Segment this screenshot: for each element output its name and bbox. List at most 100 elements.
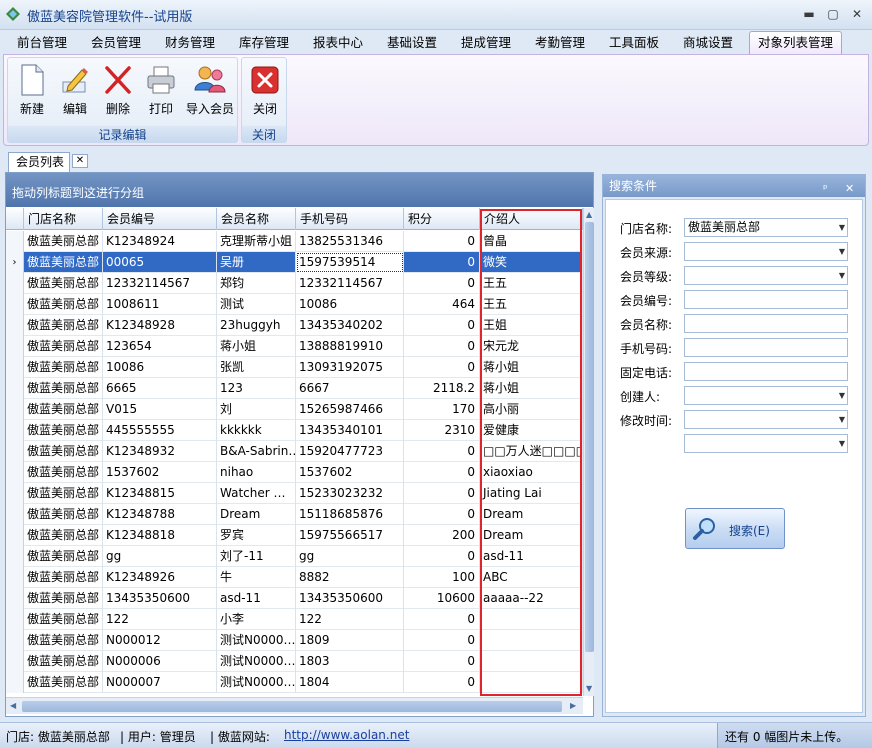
cell-member-code[interactable]: K12348788 <box>103 504 217 525</box>
vertical-scroll-thumb[interactable] <box>585 222 594 652</box>
table-row[interactable]: 傲蓝美丽总部 123654 蒋小姐 13888819910 0 宋元龙 <box>6 336 583 357</box>
cell-mobile[interactable]: gg <box>296 546 404 567</box>
cell-store[interactable]: 傲蓝美丽总部 <box>24 231 103 252</box>
level-select[interactable]: ▼ <box>684 266 848 285</box>
horizontal-scrollbar[interactable]: ◀ ▶ <box>6 697 583 714</box>
cell-store[interactable]: 傲蓝美丽总部 <box>24 609 103 630</box>
cell-referrer[interactable]: 王姐 <box>480 315 583 336</box>
cell-mobile[interactable]: 15920477723 <box>296 441 404 462</box>
cell-mobile[interactable]: 15233023232 <box>296 483 404 504</box>
cell-points[interactable]: 0 <box>404 651 480 672</box>
cell-member-code[interactable]: K12348928 <box>103 315 217 336</box>
row-indicator[interactable] <box>6 462 24 483</box>
table-row[interactable]: 傲蓝美丽总部 1537602 nihao 1537602 0 xiaoxiao <box>6 462 583 483</box>
row-indicator[interactable] <box>6 294 24 315</box>
cell-mobile[interactable]: 13435350600 <box>296 588 404 609</box>
cell-referrer[interactable]: 王五 <box>480 273 583 294</box>
cell-member-name[interactable]: asd-11 <box>217 588 296 609</box>
col-member-name[interactable]: 会员名称 <box>217 208 296 230</box>
maximize-button[interactable]: ▢ <box>824 6 842 22</box>
cell-mobile[interactable]: 13093192075 <box>296 357 404 378</box>
cell-member-code[interactable]: 12332114567 <box>103 273 217 294</box>
cell-mobile[interactable]: 12332114567 <box>296 273 404 294</box>
cell-store[interactable]: 傲蓝美丽总部 <box>24 441 103 462</box>
cell-member-code[interactable]: N000007 <box>103 672 217 693</box>
table-row[interactable]: 傲蓝美丽总部 13435350600 asd-11 13435350600 10600 a… <box>6 588 583 609</box>
cell-store[interactable]: 傲蓝美丽总部 <box>24 630 103 651</box>
search-button[interactable]: 搜索(E) <box>685 508 785 549</box>
cell-store[interactable]: 傲蓝美丽总部 <box>24 525 103 546</box>
modified-to-select[interactable]: ▼ <box>684 434 848 453</box>
cell-mobile[interactable]: 1537602 <box>296 462 404 483</box>
cell-referrer[interactable]: aaaaa--22 <box>480 588 583 609</box>
menu-inventory[interactable]: 库存管理 <box>239 34 289 54</box>
cell-referrer[interactable]: Dream <box>480 525 583 546</box>
cell-mobile[interactable]: 10086 <box>296 294 404 315</box>
row-indicator[interactable] <box>6 630 24 651</box>
cell-member-code[interactable]: K12348815 <box>103 483 217 504</box>
table-row[interactable]: 傲蓝美丽总部 10086 张凯 13093192075 0 蒋小姐 <box>6 357 583 378</box>
table-row[interactable]: 傲蓝美丽总部 N000012 测试N0000… 1809 0 <box>6 630 583 651</box>
row-indicator[interactable] <box>6 651 24 672</box>
menu-tools[interactable]: 工具面板 <box>609 34 659 54</box>
cell-points[interactable]: 0 <box>404 630 480 651</box>
row-indicator[interactable]: › <box>6 252 24 273</box>
cell-mobile[interactable]: 1803 <box>296 651 404 672</box>
cell-referrer[interactable]: 宋元龙 <box>480 336 583 357</box>
cell-referrer[interactable]: Dream <box>480 504 583 525</box>
cell-referrer[interactable]: □□万人迷□□□□ <box>480 441 583 462</box>
cell-points[interactable]: 0 <box>404 672 480 693</box>
cell-referrer[interactable] <box>480 609 583 630</box>
store-select[interactable]: 傲蓝美丽总部 ▼ <box>684 218 848 237</box>
table-row[interactable]: 傲蓝美丽总部 122 小李 122 0 <box>6 609 583 630</box>
cell-member-name[interactable]: 郑钧 <box>217 273 296 294</box>
cell-points[interactable]: 0 <box>404 483 480 504</box>
website-link[interactable]: http://www.aolan.net <box>284 728 409 742</box>
cell-store[interactable]: 傲蓝美丽总部 <box>24 672 103 693</box>
cell-points[interactable]: 0 <box>404 231 480 252</box>
cell-mobile[interactable]: 122 <box>296 609 404 630</box>
cell-member-name[interactable]: B&A-Sabrin… <box>217 441 296 462</box>
table-row[interactable]: 傲蓝美丽总部 K12348815 Watcher … 15233023232 0 Jiat… <box>6 483 583 504</box>
new-button[interactable]: 新建 <box>10 62 54 122</box>
source-select[interactable]: ▼ <box>684 242 848 261</box>
cell-member-code[interactable]: 122 <box>103 609 217 630</box>
cell-mobile[interactable]: 13888819910 <box>296 336 404 357</box>
modified-from-select[interactable]: ▼ <box>684 410 848 429</box>
cell-mobile[interactable]: 8882 <box>296 567 404 588</box>
cell-points[interactable]: 0 <box>404 609 480 630</box>
cell-points[interactable]: 2118.2 <box>404 378 480 399</box>
cell-mobile[interactable]: 15265987466 <box>296 399 404 420</box>
cell-store[interactable]: 傲蓝美丽总部 <box>24 273 103 294</box>
cell-member-code[interactable]: 13435350600 <box>103 588 217 609</box>
close-button[interactable]: 关闭 <box>243 62 287 122</box>
cell-member-name[interactable]: 吴册 <box>217 252 296 273</box>
creator-select[interactable]: ▼ <box>684 386 848 405</box>
cell-member-code[interactable]: K12348924 <box>103 231 217 252</box>
cell-member-name[interactable]: 克理斯蒂小姐 <box>217 231 296 252</box>
table-row[interactable]: 傲蓝美丽总部 K12348926 牛 8882 100 ABC <box>6 567 583 588</box>
menu-finance[interactable]: 财务管理 <box>165 34 215 54</box>
table-row[interactable]: 傲蓝美丽总部 N000007 测试N0000… 1804 0 <box>6 672 583 693</box>
cell-member-code[interactable]: gg <box>103 546 217 567</box>
cell-mobile[interactable]: 13435340101 <box>296 420 404 441</box>
row-indicator[interactable] <box>6 273 24 294</box>
row-indicator[interactable] <box>6 315 24 336</box>
col-member-code[interactable]: 会员编号 <box>103 208 217 230</box>
menu-basic-settings[interactable]: 基础设置 <box>387 34 437 54</box>
menu-mall-settings[interactable]: 商城设置 <box>683 34 733 54</box>
cell-referrer[interactable]: ABC <box>480 567 583 588</box>
cell-member-name[interactable]: Dream <box>217 504 296 525</box>
cell-store[interactable]: 傲蓝美丽总部 <box>24 483 103 504</box>
row-indicator[interactable] <box>6 231 24 252</box>
table-row[interactable]: 傲蓝美丽总部 V015 刘 15265987466 170 高小丽 <box>6 399 583 420</box>
cell-store[interactable]: 傲蓝美丽总部 <box>24 294 103 315</box>
col-points[interactable]: 积分 <box>404 208 480 230</box>
cell-referrer[interactable]: 王五 <box>480 294 583 315</box>
cell-points[interactable]: 170 <box>404 399 480 420</box>
edit-button[interactable]: 编辑 <box>53 62 97 122</box>
cell-member-code[interactable]: K12348932 <box>103 441 217 462</box>
menu-attendance[interactable]: 考勤管理 <box>535 34 585 54</box>
horizontal-scroll-thumb[interactable] <box>22 701 562 712</box>
cell-points[interactable]: 10600 <box>404 588 480 609</box>
